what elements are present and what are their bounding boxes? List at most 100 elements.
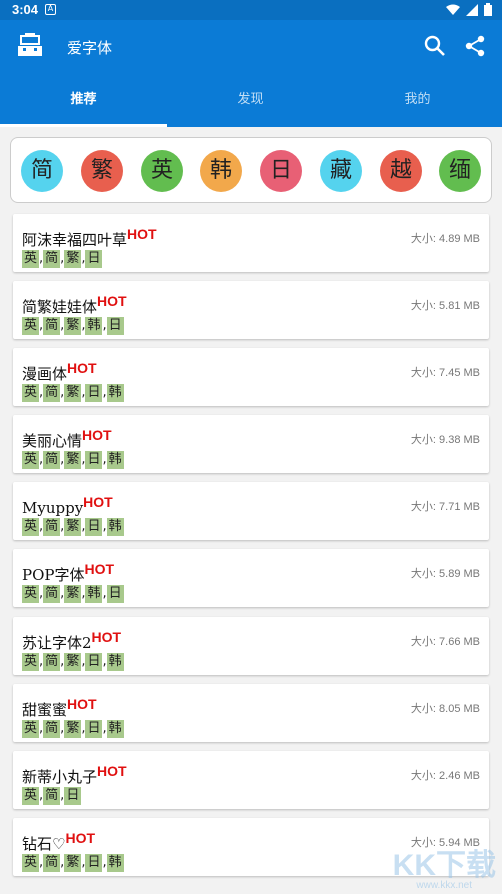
language-tags: 英,简,繁,日,韩 xyxy=(22,720,124,738)
tab-bar: 推荐 发现 我的 xyxy=(0,72,502,127)
font-name: MyuppyHOT xyxy=(22,494,113,517)
hot-badge: HOT xyxy=(127,226,157,242)
language-tag: 日 xyxy=(85,451,103,469)
hot-badge: HOT xyxy=(83,494,113,510)
tab-recommend[interactable]: 推荐 xyxy=(0,72,167,127)
language-tag: 简 xyxy=(43,585,61,603)
app-title: 爱字体 xyxy=(67,39,113,57)
font-card[interactable]: MyuppyHOT 大小: 7.71 MB 英, 简, 繁, 日, 韩 xyxy=(13,482,489,540)
language-tag: 韩 xyxy=(106,451,124,469)
language-tag: 韩 xyxy=(85,585,103,603)
lang-filter-vietnamese[interactable]: 越 xyxy=(380,150,422,192)
font-card[interactable]: 甜蜜蜜HOT 大小: 8.05 MB 英, 简, 繁, 日, 韩 xyxy=(13,684,489,742)
language-tags: 英,简,繁,韩,日 xyxy=(22,585,124,603)
font-size-label: 大小: 7.71 MB xyxy=(410,501,480,513)
language-tag: 日 xyxy=(85,250,103,268)
language-tag: 日 xyxy=(85,518,103,536)
lang-filter-korean[interactable]: 韩 xyxy=(200,150,242,192)
notification-icon: A xyxy=(45,4,56,15)
language-tag: 简 xyxy=(43,787,61,805)
tab-indicator xyxy=(0,124,167,127)
language-tag: 英 xyxy=(22,653,40,671)
language-tag: 繁 xyxy=(64,854,82,872)
language-tag: 繁 xyxy=(64,384,82,402)
language-tag: 英 xyxy=(22,384,40,402)
language-tag: 英 xyxy=(22,585,40,603)
language-tags: 英,简,繁,日,韩 xyxy=(22,854,124,872)
language-tag: 日 xyxy=(106,585,124,603)
lang-filter-english[interactable]: 英 xyxy=(141,150,183,192)
language-tag: 简 xyxy=(43,518,61,536)
lang-filter-japanese[interactable]: 日 xyxy=(260,150,302,192)
font-size-label: 大小: 4.89 MB xyxy=(410,233,480,245)
language-tag: 简 xyxy=(43,250,61,268)
tab-discover[interactable]: 发现 xyxy=(167,72,334,127)
language-filter-bar: 简 繁 英 韩 日 藏 越 缅 xyxy=(10,137,492,203)
language-tags: 英,简,繁,韩,日 xyxy=(22,317,124,335)
language-tag: 繁 xyxy=(64,317,82,335)
app-bar: 爱字体 xyxy=(0,20,502,72)
font-name: 漫画体HOT xyxy=(22,360,97,384)
language-tag: 简 xyxy=(43,854,61,872)
font-name-text: 阿沫幸福四叶草 xyxy=(22,231,128,249)
font-name: 甜蜜蜜HOT xyxy=(22,696,97,720)
font-card[interactable]: 新蒂小丸子HOT 大小: 2.46 MB 英, 简, 日 xyxy=(13,751,489,809)
language-tags: 英,简,繁,日,韩 xyxy=(22,518,124,536)
font-card[interactable]: 简繁娃娃体HOT 大小: 5.81 MB 英, 简, 繁, 韩, 日 xyxy=(13,281,489,339)
share-icon[interactable] xyxy=(464,35,486,57)
language-tag: 繁 xyxy=(64,653,82,671)
language-tag: 韩 xyxy=(106,518,124,536)
font-size-label: 大小: 9.38 MB xyxy=(410,434,480,446)
language-tag: 日 xyxy=(85,720,103,738)
font-card[interactable]: 阿沫幸福四叶草HOT 大小: 4.89 MB 英, 简, 繁, 日 xyxy=(13,214,489,272)
language-tag: 日 xyxy=(85,384,103,402)
wifi-icon xyxy=(446,4,460,15)
language-tags: 英,简,繁,日,韩 xyxy=(22,653,124,671)
font-card[interactable]: 美丽心情HOT 大小: 9.38 MB 英, 简, 繁, 日, 韩 xyxy=(13,415,489,473)
language-tag: 英 xyxy=(22,720,40,738)
signal-icon xyxy=(466,3,478,16)
font-name: 苏让字体2HOT xyxy=(22,629,121,653)
system-icons xyxy=(446,3,492,16)
font-name-text: 简繁娃娃体 xyxy=(22,298,98,316)
status-bar: 3:04 A xyxy=(0,0,502,20)
hot-badge: HOT xyxy=(65,830,96,846)
font-name: 新蒂小丸子HOT xyxy=(22,763,127,787)
language-tag: 英 xyxy=(22,451,40,469)
font-size-label: 大小: 7.66 MB xyxy=(410,636,480,648)
font-card[interactable]: 漫画体HOT 大小: 7.45 MB 英, 简, 繁, 日, 韩 xyxy=(13,348,489,406)
font-size-label: 大小: 7.45 MB xyxy=(410,367,480,379)
watermark-logo: KK下载 xyxy=(392,849,496,882)
font-card[interactable]: 苏让字体2HOT 大小: 7.66 MB 英, 简, 繁, 日, 韩 xyxy=(13,617,489,675)
hot-badge: HOT xyxy=(91,629,122,645)
font-name-text: 苏让字体2 xyxy=(22,634,92,652)
lang-filter-traditional[interactable]: 繁 xyxy=(81,150,123,192)
search-icon[interactable] xyxy=(424,35,446,57)
app-logo-icon xyxy=(18,33,42,56)
font-size-label: 大小: 8.05 MB xyxy=(410,703,480,715)
font-name-text: POP字体 xyxy=(22,566,85,584)
language-tag: 繁 xyxy=(64,451,82,469)
language-tag: 简 xyxy=(43,384,61,402)
language-tag: 韩 xyxy=(106,854,124,872)
language-tag: 英 xyxy=(22,250,40,268)
font-name-text: 漫画体 xyxy=(22,365,68,383)
font-size-label: 大小: 5.81 MB xyxy=(410,300,480,312)
tab-mine[interactable]: 我的 xyxy=(334,72,501,127)
hot-badge: HOT xyxy=(67,360,97,376)
language-tag: 日 xyxy=(64,787,82,805)
lang-filter-simplified[interactable]: 简 xyxy=(21,150,63,192)
language-tags: 英,简,繁,日,韩 xyxy=(22,384,124,402)
lang-filter-tibetan[interactable]: 藏 xyxy=(320,150,362,192)
font-card[interactable]: POP字体HOT 大小: 5.89 MB 英, 简, 繁, 韩, 日 xyxy=(13,549,489,607)
language-tag: 繁 xyxy=(64,518,82,536)
language-tags: 英,简,繁,日,韩 xyxy=(22,451,124,469)
watermark-url: www.kkx.net xyxy=(416,880,472,891)
font-name: 美丽心情HOT xyxy=(22,427,112,451)
battery-icon xyxy=(484,3,492,16)
language-tag: 日 xyxy=(85,653,103,671)
language-tag: 韩 xyxy=(106,384,124,402)
lang-filter-burmese[interactable]: 缅 xyxy=(439,150,481,192)
font-name-text: Myuppy xyxy=(22,499,84,517)
status-time: 3:04 xyxy=(12,2,39,17)
